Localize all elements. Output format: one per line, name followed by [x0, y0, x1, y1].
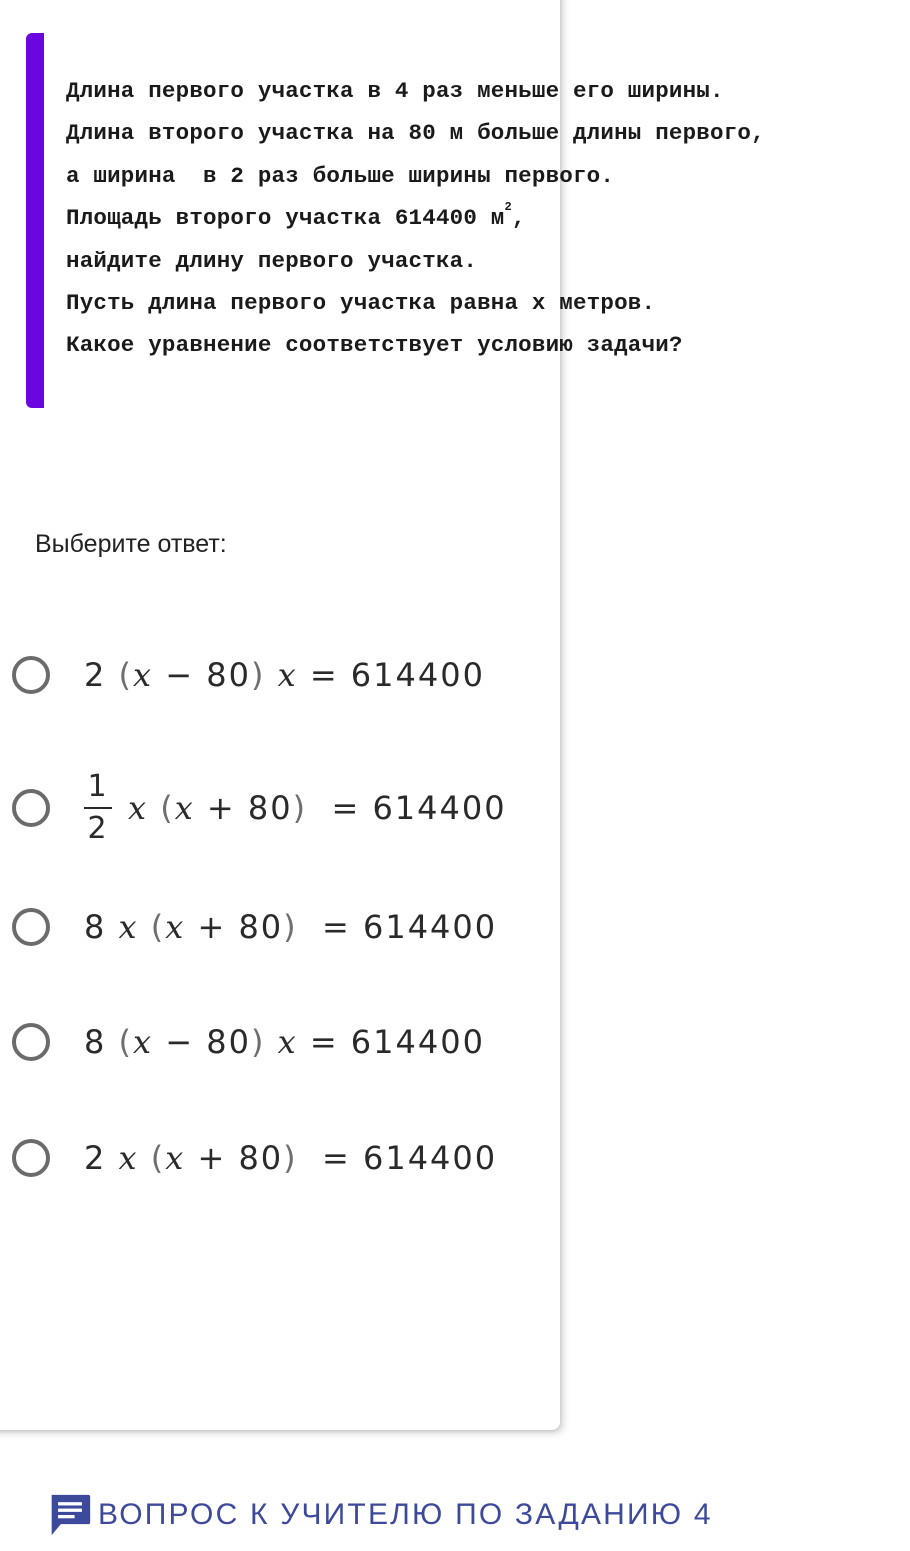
radio-button[interactable]	[12, 656, 50, 694]
eq-paren: )	[283, 908, 298, 946]
problem-line: Пусть длина первого участка равна x метр…	[66, 290, 656, 317]
eq-paren: )	[292, 789, 308, 827]
chat-bubble-icon	[51, 1494, 91, 1536]
eq-variable: x	[128, 789, 149, 827]
ask-teacher-button[interactable]: ВОПРОС К УЧИТЕЛЮ ПО ЗАДАНИЮ 4	[48, 1491, 713, 1539]
question-accent-bar	[26, 33, 44, 408]
eq-part: + 80	[194, 789, 293, 827]
radio-button[interactable]	[12, 789, 50, 827]
eq-paren: )	[250, 1023, 266, 1061]
answer-prompt: Выберите ответ:	[35, 530, 227, 558]
eq-paren: (	[150, 1139, 166, 1177]
eq-variable: x	[133, 656, 154, 694]
radio-button[interactable]	[12, 1139, 50, 1177]
answer-option-5[interactable]: 2 x (x + 80) = 614400	[12, 1128, 497, 1188]
problem-text: Длина первого участка в 4 раз меньше его…	[66, 70, 906, 367]
option-equation: 1 2 x (x + 80) = 614400	[84, 772, 507, 844]
answer-option-1[interactable]: 2 (x − 80) x = 614400	[12, 645, 485, 705]
eq-variable: x	[165, 1139, 186, 1177]
option-equation: 8 (x − 80) x = 614400	[84, 1023, 485, 1061]
eq-part: = 614400	[297, 908, 498, 946]
eq-part: 8	[84, 1023, 119, 1061]
eq-variable: x	[118, 908, 139, 946]
problem-line: найдите длину первого участка.	[66, 247, 478, 274]
fraction-numerator: 1	[87, 769, 109, 804]
eq-paren: (	[160, 789, 175, 827]
area-text: Площадь второго участка 614400 м	[66, 205, 505, 232]
fraction-denominator: 2	[87, 811, 109, 846]
eq-part	[139, 1139, 151, 1177]
eq-part: + 80	[185, 1139, 284, 1177]
radio-button[interactable]	[12, 908, 50, 946]
eq-part: = 614400	[297, 1023, 485, 1061]
answer-option-4[interactable]: 8 (x − 80) x = 614400	[12, 1012, 485, 1072]
eq-variable: x	[265, 656, 298, 694]
problem-line: Длина первого участка в 4 раз меньше его…	[66, 78, 724, 104]
eq-part: = 614400	[297, 656, 485, 694]
ask-teacher-label: ВОПРОС К УЧИТЕЛЮ ПО ЗАДАНИЮ 4	[98, 1498, 713, 1531]
eq-variable: x	[118, 1139, 139, 1177]
eq-part: = 614400	[297, 1139, 498, 1177]
radio-button[interactable]	[12, 1023, 50, 1061]
eq-part: = 614400	[307, 789, 507, 827]
option-equation: 2 x (x + 80) = 614400	[84, 1139, 497, 1177]
eq-paren: (	[118, 656, 134, 694]
eq-part: + 80	[185, 908, 284, 946]
problem-line: а ширина в 2 раз больше ширины первого.	[66, 162, 615, 189]
eq-part: − 80	[153, 656, 251, 694]
eq-part: 8	[84, 908, 119, 946]
eq-paren: )	[250, 656, 266, 694]
eq-variable: x	[165, 908, 186, 946]
problem-line: Какое уравнение соответствует условию за…	[66, 332, 683, 359]
option-equation: 8 x (x + 80) = 614400	[84, 908, 497, 946]
answer-option-2[interactable]: 1 2 x (x + 80) = 614400	[12, 772, 507, 844]
eq-variable: x	[265, 1023, 298, 1061]
area-superscript: 2	[504, 200, 512, 215]
area-suffix: ,	[511, 205, 526, 232]
problem-line: Длина второго участка на 80 м больше дли…	[66, 120, 765, 147]
eq-paren: )	[283, 1139, 298, 1177]
problem-line-area: Площадь второго участка 614400 м2,	[66, 197, 906, 239]
option-equation: 2 (x − 80) x = 614400	[84, 656, 485, 694]
eq-variable: x	[174, 789, 195, 827]
eq-part: 2	[84, 656, 119, 694]
eq-part: 2	[84, 1139, 119, 1177]
fraction-bar	[84, 807, 112, 809]
eq-paren: (	[150, 908, 166, 946]
eq-part	[139, 908, 151, 946]
eq-paren: (	[118, 1023, 134, 1061]
eq-part: − 80	[153, 1023, 251, 1061]
eq-part	[148, 789, 160, 827]
fraction: 1 2	[84, 772, 112, 844]
answer-option-3[interactable]: 8 x (x + 80) = 614400	[12, 897, 497, 957]
eq-variable: x	[133, 1023, 154, 1061]
